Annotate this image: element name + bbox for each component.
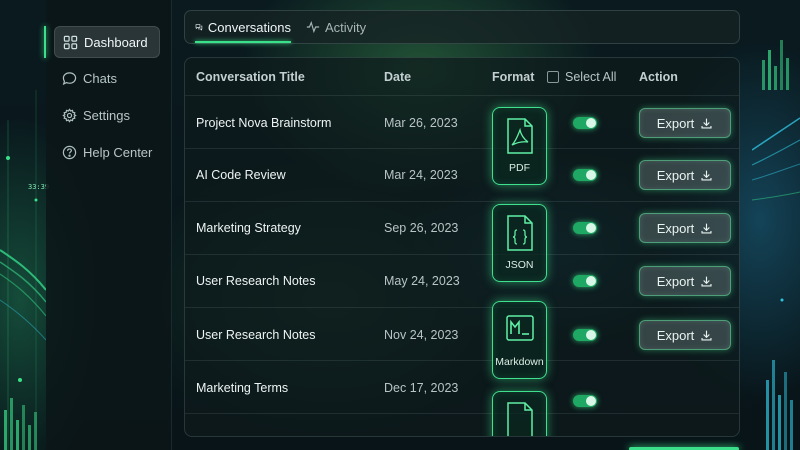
download-icon <box>701 118 712 129</box>
export-label: Export <box>656 327 695 343</box>
conversation-date: Sep 26, 2023 <box>384 221 459 235</box>
export-label: Export <box>656 220 695 236</box>
sidebar-item-dashboard[interactable]: Dashboard <box>54 26 160 58</box>
conversation-title: User Research Notes <box>196 274 316 288</box>
conversation-date: Mar 26, 2023 <box>384 116 458 130</box>
export-button[interactable]: Export <box>639 108 731 138</box>
format-card-json[interactable]: JSON <box>492 204 547 282</box>
download-icon <box>701 170 712 181</box>
tab-label: Activity <box>325 19 367 35</box>
format-card-pdf[interactable]: PDF <box>492 107 547 185</box>
sidebar-item-label: Settings <box>83 107 130 123</box>
format-card-markdown[interactable]: Markdown <box>492 301 547 379</box>
chat-bubble-icon <box>62 71 77 85</box>
select-toggle[interactable] <box>573 395 597 407</box>
conversation-title: Project Nova Brainstorm <box>196 116 332 130</box>
export-button[interactable]: Export <box>639 213 731 243</box>
conversation-title: AI Code Review <box>196 168 286 182</box>
conversation-date: Mar 24, 2023 <box>384 168 458 182</box>
format-label: JSON <box>505 259 534 271</box>
export-label: Export <box>656 167 695 183</box>
markdown-file-icon <box>505 315 534 341</box>
export-button[interactable]: Export <box>639 160 731 190</box>
header-format: Format <box>492 70 535 84</box>
sidebar-item-label: Chats <box>83 70 117 86</box>
json-file-icon <box>506 215 533 251</box>
conversation-title: Marketing Strategy <box>196 221 301 235</box>
file-icon <box>506 402 533 436</box>
activity-pulse-icon <box>306 20 320 34</box>
conversation-title: User Research Notes <box>196 328 316 342</box>
select-toggle[interactable] <box>573 169 597 181</box>
tab-conversations[interactable]: Conversations <box>195 11 291 43</box>
conversations-icon <box>195 24 203 31</box>
main-content: Conversations Activity Conversation Titl… <box>184 10 740 450</box>
table-row: User Research Notes Nov 24, 2023 Export <box>185 307 739 360</box>
sidebar-item-label: Help Center <box>83 144 153 160</box>
conversation-date: Nov 24, 2023 <box>384 328 459 342</box>
table-row: AI Code Review Mar 24, 2023 Export <box>185 148 739 201</box>
table-row: Project Nova Brainstorm Mar 26, 2023 Exp… <box>185 95 739 148</box>
help-circle-icon <box>62 145 77 159</box>
tab-activity[interactable]: Activity <box>306 11 376 43</box>
format-label: PDF <box>509 162 530 174</box>
table-row: User Research Notes May 24, 2023 Export <box>185 254 739 307</box>
export-button[interactable]: Export <box>639 266 731 296</box>
header-title: Conversation Title <box>196 70 305 84</box>
format-card-file[interactable] <box>492 391 547 436</box>
download-icon <box>701 330 712 341</box>
format-label: Markdown <box>495 356 544 368</box>
export-label: Export <box>656 115 695 131</box>
pdf-file-icon <box>506 118 533 154</box>
sidebar: Dashboard Chats Settings Help Center <box>44 0 172 450</box>
gear-icon <box>62 107 77 123</box>
select-all-label: Select All <box>565 70 617 84</box>
header-date: Date <box>384 70 412 84</box>
conversations-table: Conversation Title Date Format Select Al… <box>184 57 740 437</box>
select-toggle[interactable] <box>573 275 597 287</box>
sidebar-item-chats[interactable]: Chats <box>54 62 160 94</box>
checkbox-box <box>547 71 559 83</box>
tab-bar: Conversations Activity <box>184 10 740 44</box>
conversation-title: Marketing Terms <box>196 381 289 395</box>
select-toggle[interactable] <box>573 329 597 341</box>
export-button[interactable]: Export <box>639 320 731 350</box>
grid-icon <box>63 35 78 49</box>
table-row: Marketing Terms Dec 17, 2023 <box>185 360 739 420</box>
tab-label: Conversations <box>207 19 291 35</box>
select-toggle[interactable] <box>573 222 597 234</box>
table-row-bottom-border <box>185 413 739 414</box>
download-icon <box>701 223 712 234</box>
conversation-date: Dec 17, 2023 <box>384 381 459 395</box>
header-action: Action <box>639 70 678 84</box>
download-icon <box>701 276 712 287</box>
sidebar-item-settings[interactable]: Settings <box>54 99 160 131</box>
select-all-checkbox[interactable]: Select All <box>547 70 616 84</box>
sidebar-item-help-center[interactable]: Help Center <box>54 136 160 168</box>
table-row: Marketing Strategy Sep 26, 2023 Export <box>185 201 739 254</box>
sidebar-item-label: Dashboard <box>84 34 148 50</box>
conversation-date: May 24, 2023 <box>384 274 460 288</box>
select-toggle[interactable] <box>573 117 597 129</box>
export-label: Export <box>656 273 695 289</box>
